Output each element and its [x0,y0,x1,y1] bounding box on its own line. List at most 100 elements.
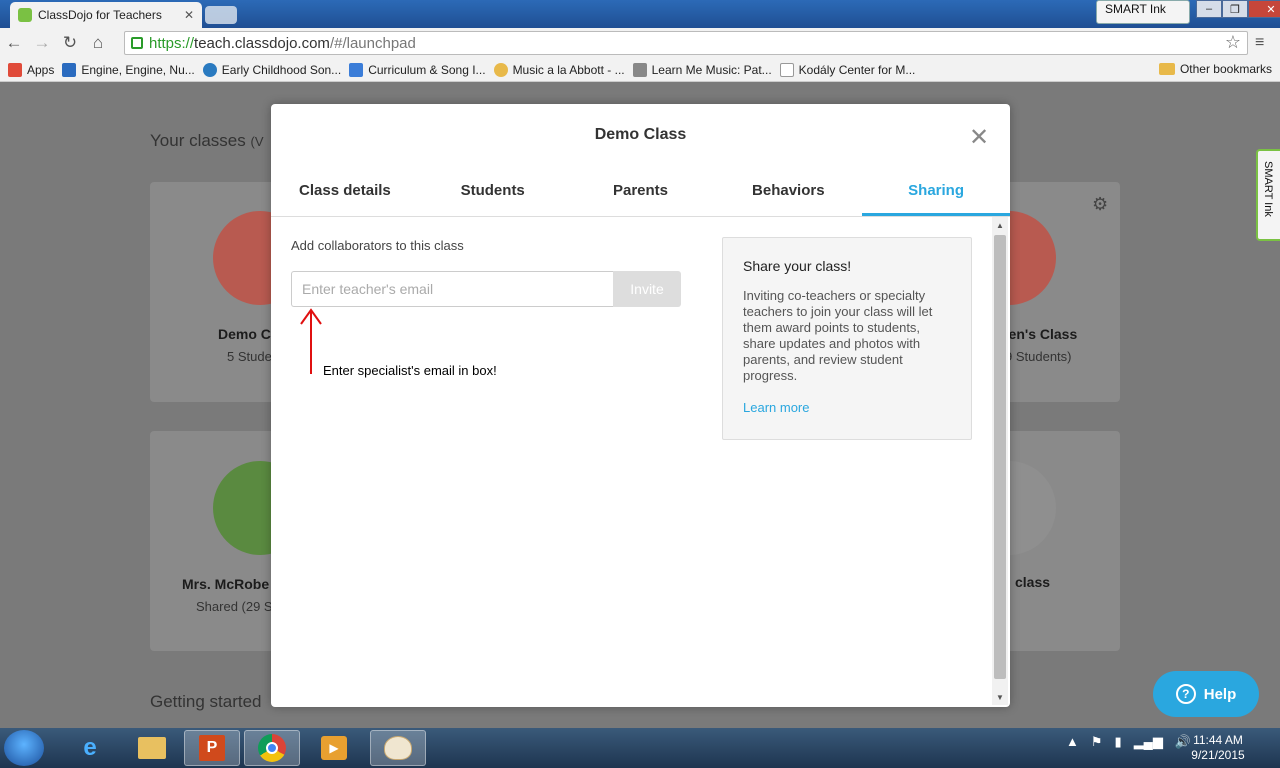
close-icon[interactable]: ✕ [969,126,989,150]
tab-title: ClassDojo for Teachers [38,8,162,22]
classdojo-favicon-icon [18,8,32,22]
smart-ink-side-label: SMART Ink [1262,161,1274,217]
bookmark-label: Curriculum & Song I... [368,62,486,77]
tab-sharing[interactable]: Sharing [862,164,1010,216]
invite-button[interactable]: Invite [613,271,681,307]
share-info-panel: Share your class! Inviting co-teachers o… [722,237,972,440]
class-card-name: Mrs. McRobe [182,576,270,592]
question-icon: ? [1175,684,1196,704]
browser-tab[interactable]: ClassDojo for Teachers ✕ [10,2,202,28]
share-panel-body: Inviting co-teachers or specialty teache… [743,288,933,383]
bookmark-item[interactable]: Kodály Center for M... [779,62,916,77]
network-icon[interactable]: ▂▄▆ [1134,734,1163,750]
annotation-arrow-icon [300,308,322,374]
scroll-thumb[interactable] [994,235,1006,679]
internet-explorer-icon[interactable]: e [62,730,118,766]
smart-ink-label: SMART Ink [1105,2,1166,16]
scroll-up-icon[interactable]: ▲ [996,221,1004,230]
power-icon[interactable]: ▮ [1115,734,1122,750]
clock-time: 11:44 AM [1193,733,1243,747]
page-icon [779,62,794,77]
lock-icon [131,37,143,49]
scroll-down-icon[interactable]: ▼ [996,693,1004,702]
url-scheme: https:// [149,34,195,52]
address-bar[interactable]: https:// teach.classdojo.com /#/launchpa… [124,31,1248,55]
bookmark-favicon-icon [62,62,77,77]
reload-icon[interactable]: ↻ [56,33,84,53]
window-close-icon[interactable]: ✕ [1248,0,1280,18]
bookmark-item[interactable]: Engine, Engine, Nu... [62,62,195,77]
restore-icon[interactable]: ❐ [1222,0,1248,18]
new-tab-button[interactable] [205,6,237,24]
chrome-icon[interactable] [244,730,300,766]
windows-start-icon[interactable] [4,730,44,766]
gear-icon[interactable]: ⚙ [1092,194,1108,215]
help-label: Help [1203,685,1237,703]
windows-taskbar: e P ▶ ▲ ⚑ ▮ ▂▄▆ 🔊 11:44 AM 9/21/2015 [0,728,1280,768]
other-bookmarks-label: Other bookmarks [1179,62,1272,76]
back-icon[interactable]: ← [0,33,28,53]
your-classes-heading: Your classes (V [150,131,264,150]
smart-ink-side-tab[interactable]: SMART Ink [1256,149,1280,241]
bookmark-item[interactable]: Curriculum & Song I... [349,62,486,77]
system-clock[interactable]: 11:44 AM 9/21/2015 [1188,733,1248,763]
bookmark-item[interactable]: Learn Me Music: Pat... [632,62,772,77]
minimize-icon[interactable]: – [1196,0,1222,18]
bookmark-label: Apps [27,62,55,77]
tab-behaviors[interactable]: Behaviors [714,164,862,216]
tab-parents[interactable]: Parents [567,164,715,216]
teacher-email-input[interactable] [291,271,613,307]
browser-toolbar: ← → ↻ ⌂ https:// teach.classdojo.com /#/… [0,28,1280,58]
bookmark-label: Engine, Engine, Nu... [81,62,195,77]
system-tray: ▲ ⚑ ▮ ▂▄▆ 🔊 [1066,734,1191,750]
tab-close-icon[interactable]: ✕ [184,8,194,22]
show-hidden-icons-icon[interactable]: ▲ [1066,734,1079,750]
help-button[interactable]: ? Help [1153,671,1259,717]
url-path: /#/launchpad [329,34,416,52]
class-card-name: Demo C [218,326,271,342]
getting-started-heading: Getting started [150,692,262,711]
apps-grid-icon [8,62,22,77]
home-icon[interactable]: ⌂ [84,33,112,53]
class-card-name: hen's Class [1000,326,1078,342]
bookmark-apps[interactable]: Apps [8,62,55,77]
forward-icon[interactable]: → [28,33,56,53]
media-player-icon[interactable]: ▶ [306,730,362,766]
wordpress-icon [202,62,217,77]
modal-tabs: Class details Students Parents Behaviors… [271,164,1010,217]
bookmark-label: Learn Me Music: Pat... [651,62,772,77]
bookmark-label: Kodály Center for M... [798,62,916,77]
learn-more-link[interactable]: Learn more [743,400,951,415]
action-center-flag-icon[interactable]: ⚑ [1091,734,1103,750]
tab-students[interactable]: Students [419,164,567,216]
share-panel-title: Share your class! [743,258,852,274]
window-controls: – ❐ ✕ [1196,0,1280,18]
weebly-icon [349,62,364,77]
class-card-sub: 5 Stude [227,349,272,364]
bookmark-star-icon[interactable]: ☆ [1225,32,1241,53]
bookmark-label: Early Childhood Son... [221,62,342,77]
modal-scrollbar[interactable]: ▲ ▼ [992,217,1008,705]
bookmark-label: Music a la Abbott - ... [512,62,625,77]
tab-class-details[interactable]: Class details [271,164,419,216]
bookmark-item[interactable]: Early Childhood Son... [202,62,342,77]
folder-icon [1158,63,1175,75]
clock-date: 9/21/2015 [1191,748,1245,762]
chrome-menu-icon[interactable]: ≡ [1255,34,1264,52]
bookmarks-bar: Apps Engine, Engine, Nu... Early Childho… [0,58,1280,82]
annotation-text: Enter specialist's email in box! [323,363,497,378]
bookmark-item[interactable]: Music a la Abbott - ... [493,62,625,77]
url-host: teach.classdojo.com [194,34,330,52]
class-card-sub: Shared (29 S [196,599,273,614]
paint-icon[interactable] [370,730,426,766]
powerpoint-icon[interactable]: P [184,730,240,766]
other-bookmarks[interactable]: Other bookmarks [1158,62,1272,76]
file-explorer-icon[interactable] [124,730,180,766]
browser-tabstrip: ClassDojo for Teachers ✕ SMART Ink – ❐ ✕ [0,0,1280,28]
bookmark-favicon-icon [632,62,647,77]
class-card-sub: 9 Students) [1005,349,1072,364]
bookmark-favicon-icon [493,62,508,77]
collaborators-label: Add collaborators to this class [291,238,464,253]
smart-ink-toolbar[interactable]: SMART Ink [1096,0,1190,24]
class-settings-modal: Demo Class ✕ Class details Students Pare… [271,104,1010,707]
